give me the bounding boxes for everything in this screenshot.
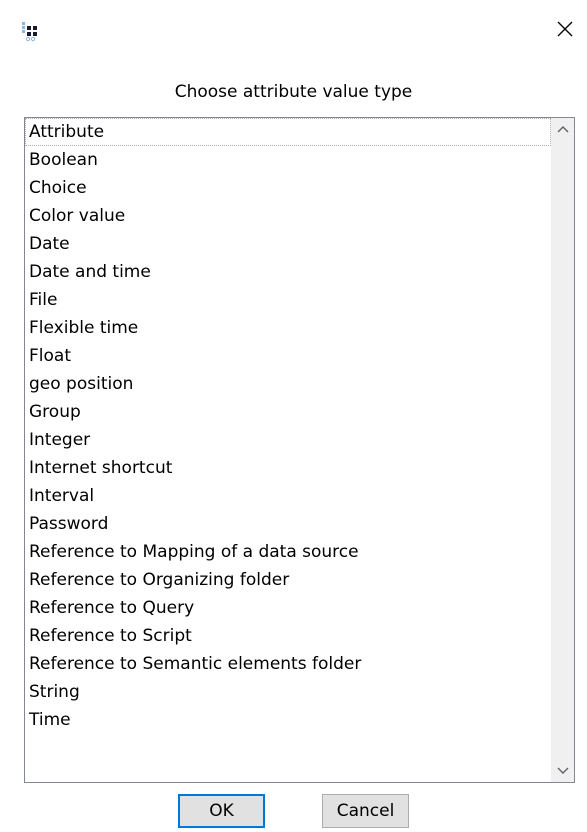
- choose-type-dialog: Choose attribute value type Attribute Boo…: [0, 0, 587, 832]
- list-item[interactable]: Group: [25, 398, 551, 426]
- list-item[interactable]: Time: [25, 706, 551, 734]
- chevron-up-icon: [557, 126, 569, 133]
- list-item[interactable]: Reference to Mapping of a data source: [25, 538, 551, 566]
- attribute-type-list: Attribute Boolean Choice Color value Date Dat…: [25, 118, 551, 782]
- list-item[interactable]: geo position: [25, 370, 551, 398]
- list-item[interactable]: Color value: [25, 202, 551, 230]
- list-item[interactable]: Date: [25, 230, 551, 258]
- list-item[interactable]: Reference to Semantic elements folder: [25, 650, 551, 678]
- list-item[interactable]: Reference to Script: [25, 622, 551, 650]
- list-item[interactable]: Float: [25, 342, 551, 370]
- list-item[interactable]: Choice: [25, 174, 551, 202]
- scroll-up-button[interactable]: [552, 118, 574, 140]
- list-item[interactable]: Date and time: [25, 258, 551, 286]
- list-item[interactable]: Password: [25, 510, 551, 538]
- list-item[interactable]: Interval: [25, 482, 551, 510]
- close-icon: [557, 21, 573, 37]
- scroll-down-button[interactable]: [552, 760, 574, 782]
- list-item[interactable]: File: [25, 286, 551, 314]
- dialog-prompt: Choose attribute value type: [174, 82, 413, 102]
- close-button[interactable]: [550, 14, 580, 44]
- list-item[interactable]: Reference to Organizing folder: [25, 566, 551, 594]
- list-item[interactable]: Attribute: [25, 118, 551, 146]
- attribute-type-listbox[interactable]: Attribute Boolean Choice Color value Date Dat…: [24, 117, 575, 783]
- app-grid-icon: [22, 22, 37, 42]
- ok-button[interactable]: OK: [178, 794, 265, 828]
- list-item[interactable]: String: [25, 678, 551, 706]
- list-item[interactable]: Reference to Query: [25, 594, 551, 622]
- list-item[interactable]: Integer: [25, 426, 551, 454]
- list-item[interactable]: Internet shortcut: [25, 454, 551, 482]
- cancel-button[interactable]: Cancel: [322, 794, 409, 828]
- list-item[interactable]: Flexible time: [25, 314, 551, 342]
- chevron-down-icon: [557, 767, 569, 774]
- list-item[interactable]: Boolean: [25, 146, 551, 174]
- vertical-scrollbar[interactable]: [551, 118, 574, 782]
